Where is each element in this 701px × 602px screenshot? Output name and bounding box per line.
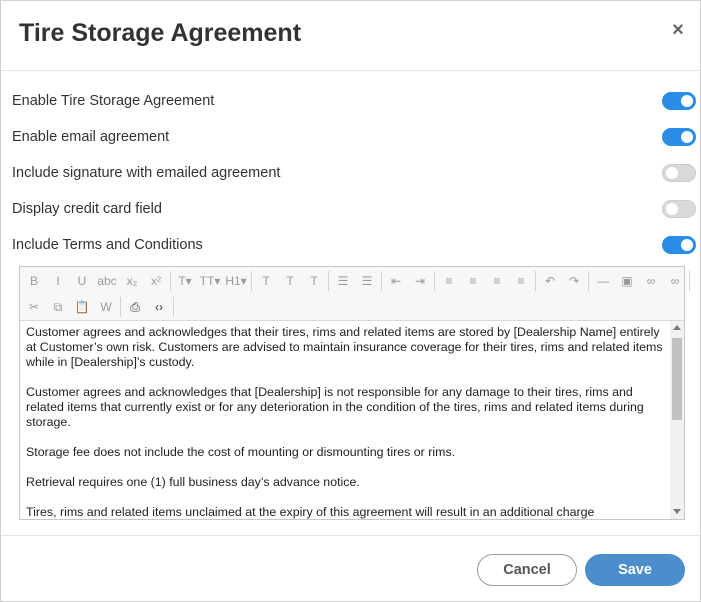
toolbar-separator bbox=[381, 271, 382, 291]
superscript-icon[interactable]: x² bbox=[144, 270, 168, 292]
editor-content-area[interactable]: Customer agrees and acknowledges that th… bbox=[20, 321, 670, 519]
toolbar-separator bbox=[535, 271, 536, 291]
terms-toggle[interactable] bbox=[662, 236, 696, 254]
underline-icon[interactable]: U bbox=[70, 270, 94, 292]
print-icon[interactable]: ⎙ bbox=[123, 296, 147, 318]
align-center-icon[interactable]: ≡ bbox=[461, 270, 485, 292]
italic-icon[interactable]: I bbox=[46, 270, 70, 292]
toggle-label: Display credit card field bbox=[12, 201, 162, 217]
align-left-icon[interactable]: ≡ bbox=[437, 270, 461, 292]
outdent-icon[interactable]: ⇤ bbox=[384, 270, 408, 292]
enable-agreement-toggle[interactable] bbox=[662, 92, 696, 110]
font-size-icon[interactable]: TT▾ bbox=[197, 270, 223, 292]
editor-paragraph: Retrieval requires one (1) full business… bbox=[26, 475, 360, 489]
text-color-icon[interactable]: T bbox=[254, 270, 278, 292]
editor-paragraph: Customer agrees and acknowledges that [D… bbox=[26, 385, 644, 429]
image-icon[interactable]: ▣ bbox=[615, 270, 639, 292]
font-name-icon[interactable]: T▾ bbox=[173, 270, 197, 292]
scrollbar-thumb[interactable] bbox=[672, 338, 682, 420]
toggle-knob bbox=[681, 239, 693, 251]
editor-paragraph: Tires, rims and related items unclaimed … bbox=[26, 505, 595, 519]
toolbar-separator bbox=[173, 297, 174, 317]
toolbar-separator bbox=[170, 271, 171, 291]
toolbar-separator bbox=[120, 297, 121, 317]
toggle-row-credit-card: Display credit card field bbox=[12, 198, 697, 222]
rich-text-editor: B I Uabc x₂ x² T▾ TT▾ H1▾ T T T ☰ ☰ ⇤ ⇥ ≡ ≡ ≡ ≡ ↶ ↷ — ▣ ∞ ∞ ✂ ⧉ 📋 W… bbox=[19, 266, 690, 520]
align-right-icon[interactable]: ≡ bbox=[485, 270, 509, 292]
clear-format-icon[interactable]: T bbox=[302, 270, 326, 292]
bullet-list-icon[interactable]: ☰ bbox=[331, 270, 355, 292]
toggle-label: Enable Tire Storage Agreement bbox=[12, 93, 215, 109]
email-agreement-toggle[interactable] bbox=[662, 128, 696, 146]
cancel-button[interactable]: Cancel bbox=[477, 554, 577, 586]
toolbar-separator bbox=[588, 271, 589, 291]
signature-toggle[interactable] bbox=[662, 164, 696, 182]
copy-icon[interactable]: ⧉ bbox=[46, 296, 70, 318]
highlight-icon[interactable]: T bbox=[278, 270, 302, 292]
toggle-row-terms: Include Terms and Conditions bbox=[12, 234, 697, 258]
toggle-knob bbox=[666, 203, 678, 215]
toggle-row-email-agreement: Enable email agreement bbox=[12, 126, 697, 150]
bold-icon[interactable]: B bbox=[22, 270, 46, 292]
unlink-icon[interactable]: ∞ bbox=[663, 270, 687, 292]
toggle-knob bbox=[681, 95, 693, 107]
toggle-row-signature: Include signature with emailed agreement bbox=[12, 162, 697, 186]
toggle-label: Include signature with emailed agreement bbox=[12, 165, 281, 181]
dialog-header: Tire Storage Agreement × bbox=[1, 1, 700, 71]
source-code-icon[interactable]: ‹› bbox=[147, 296, 171, 318]
dialog-title: Tire Storage Agreement bbox=[19, 19, 302, 47]
toolbar-separator bbox=[328, 271, 329, 291]
editor-toolbar: B I Uabc x₂ x² T▾ TT▾ H1▾ T T T ☰ ☰ ⇤ ⇥ ≡ ≡ ≡ ≡ ↶ ↷ — ▣ ∞ ∞ ✂ ⧉ 📋 W… bbox=[20, 267, 690, 321]
close-icon[interactable]: × bbox=[669, 19, 687, 41]
indent-icon[interactable]: ⇥ bbox=[408, 270, 432, 292]
link-icon[interactable]: ∞ bbox=[639, 270, 663, 292]
redo-icon[interactable]: ↷ bbox=[562, 270, 586, 292]
heading-icon[interactable]: H1▾ bbox=[223, 270, 249, 292]
paste-icon[interactable]: 📋 bbox=[70, 296, 94, 318]
toggle-row-enable-agreement: Enable Tire Storage Agreement bbox=[12, 90, 697, 114]
toolbar-separator bbox=[689, 271, 690, 291]
editor-paragraph: Customer agrees and acknowledges that th… bbox=[26, 325, 663, 369]
dialog-footer: Cancel Save bbox=[1, 535, 700, 601]
toggle-knob bbox=[666, 167, 678, 179]
strikethrough-icon[interactable]: abc bbox=[94, 270, 120, 292]
align-justify-icon[interactable]: ≡ bbox=[509, 270, 533, 292]
subscript-icon[interactable]: x₂ bbox=[120, 270, 144, 292]
toolbar-separator bbox=[251, 271, 252, 291]
toggle-knob bbox=[681, 131, 693, 143]
save-button[interactable]: Save bbox=[585, 554, 685, 586]
tire-storage-dialog: Tire Storage Agreement × Enable Tire Sto… bbox=[0, 0, 701, 602]
undo-icon[interactable]: ↶ bbox=[538, 270, 562, 292]
editor-scrollbar[interactable] bbox=[670, 321, 684, 519]
toggle-label: Enable email agreement bbox=[12, 129, 170, 145]
toolbar-separator bbox=[434, 271, 435, 291]
credit-card-toggle[interactable] bbox=[662, 200, 696, 218]
editor-paragraph: Storage fee does not include the cost of… bbox=[26, 445, 456, 459]
toggle-label: Include Terms and Conditions bbox=[12, 237, 203, 253]
toolbar-row-1: B I Uabc x₂ x² T▾ TT▾ H1▾ T T T ☰ ☰ ⇤ ⇥ ≡ ≡ ≡ ≡ ↶ ↷ — ▣ ∞ ∞ bbox=[22, 269, 692, 293]
numbered-list-icon[interactable]: ☰ bbox=[355, 270, 379, 292]
cut-icon[interactable]: ✂ bbox=[22, 296, 46, 318]
scroll-up-icon[interactable] bbox=[673, 325, 681, 330]
paste-word-icon[interactable]: W bbox=[94, 296, 118, 318]
horizontal-rule-icon[interactable]: — bbox=[591, 270, 615, 292]
scroll-down-icon[interactable] bbox=[673, 509, 681, 514]
toolbar-row-2: ✂ ⧉ 📋 W ⎙ ‹› bbox=[22, 295, 176, 319]
